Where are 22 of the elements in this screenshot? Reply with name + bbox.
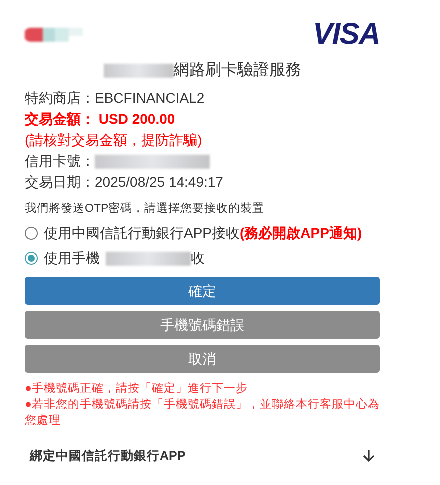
radio-button[interactable] xyxy=(25,252,38,265)
radio-button[interactable] xyxy=(25,227,38,240)
note-text: ●若非您的手機號碼請按「手機號碼錯誤」，並聯絡本行客服中心為您處理 xyxy=(25,397,380,429)
detail-line: 交易日期：2025/08/25 14:49:17 xyxy=(25,173,224,192)
accordion-label: 綁定中國信託行動銀行APP xyxy=(30,448,186,465)
amount-line: 交易金額： USD 200.00 xyxy=(25,110,176,129)
app-binding-accordion[interactable]: 綁定中國信託行動銀行APP xyxy=(25,447,380,466)
detail-label: 信用卡號： xyxy=(25,152,95,171)
confirm-button[interactable]: 確定 xyxy=(25,277,380,305)
visa-logo: VISA xyxy=(312,20,380,50)
page-title: 網路刷卡驗證服務 xyxy=(174,60,302,81)
note-text: ●手機號碼正確，請按「確定」進行下一步 xyxy=(25,381,249,397)
radio-option[interactable]: 使用中國信託行動銀行APP接收(務必開啟APP通知) xyxy=(25,223,380,244)
redacted-title-prefix xyxy=(104,64,174,78)
fraud-warning: (請核對交易金額，提防詐騙) xyxy=(25,131,204,150)
otp-prompt: 我們將發送OTP密碼，請選擇您要接收的裝置 xyxy=(25,201,266,217)
detail-line: 特約商店：EBCFINANCIAL2 xyxy=(25,89,206,108)
option-label: 收 xyxy=(191,249,205,268)
radio-option[interactable]: 使用手機 收 xyxy=(25,248,380,269)
option-note: (務必開啟APP通知) xyxy=(240,224,362,243)
option-label: 使用中國信託行動銀行APP接收 xyxy=(44,224,240,243)
option-label: 使用手機 xyxy=(44,249,100,268)
